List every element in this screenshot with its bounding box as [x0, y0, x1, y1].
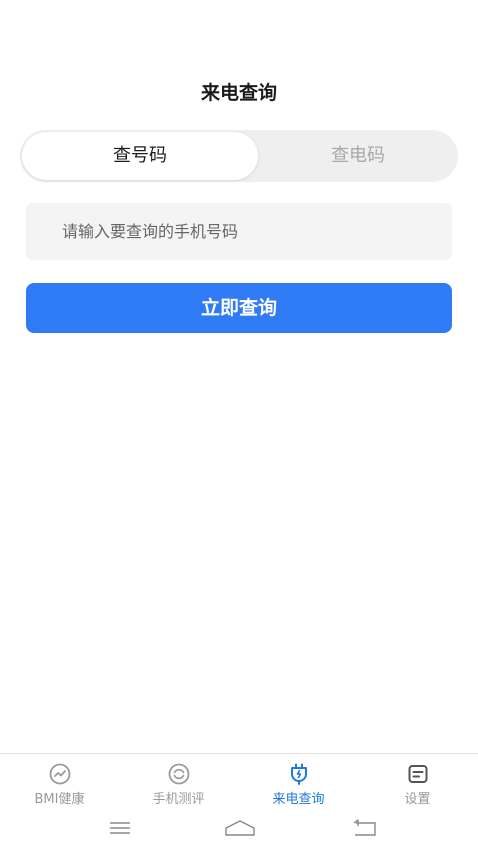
- system-nav-bar: [0, 811, 478, 850]
- tab-label: 手机测评: [152, 792, 205, 807]
- trend-circle-icon: [49, 763, 70, 785]
- tab-bmi-health[interactable]: BMI健康: [0, 762, 119, 807]
- tab-label: 设置: [404, 792, 431, 807]
- query-type-segment: 查号码 查电码: [20, 130, 458, 182]
- settings-card-icon: [408, 765, 427, 783]
- call-query-page: 来电查询 查号码 查电码 立即查询 BMI健康 手机测评: [0, 0, 478, 850]
- tab-query-number[interactable]: 查号码: [22, 132, 258, 180]
- back-icon[interactable]: [352, 817, 378, 841]
- query-now-button[interactable]: 立即查询: [26, 283, 452, 333]
- tab-settings[interactable]: 设置: [358, 762, 477, 807]
- tab-query-telecode[interactable]: 查电码: [258, 130, 458, 182]
- home-icon[interactable]: [224, 817, 256, 841]
- tab-label: BMI健康: [34, 792, 85, 807]
- charger-plug-icon: [290, 763, 307, 785]
- tab-phone-review[interactable]: 手机测评: [119, 762, 238, 807]
- bottom-tab-bar: BMI健康 手机测评 来电查询 设置: [0, 753, 478, 811]
- phone-number-input[interactable]: [26, 203, 452, 260]
- menu-icon[interactable]: [108, 817, 132, 841]
- gauge-circle-icon: [168, 763, 189, 785]
- tab-label: 来电查询: [272, 792, 325, 807]
- page-title: 来电查询: [200, 82, 277, 104]
- tab-call-query[interactable]: 来电查询: [239, 762, 358, 807]
